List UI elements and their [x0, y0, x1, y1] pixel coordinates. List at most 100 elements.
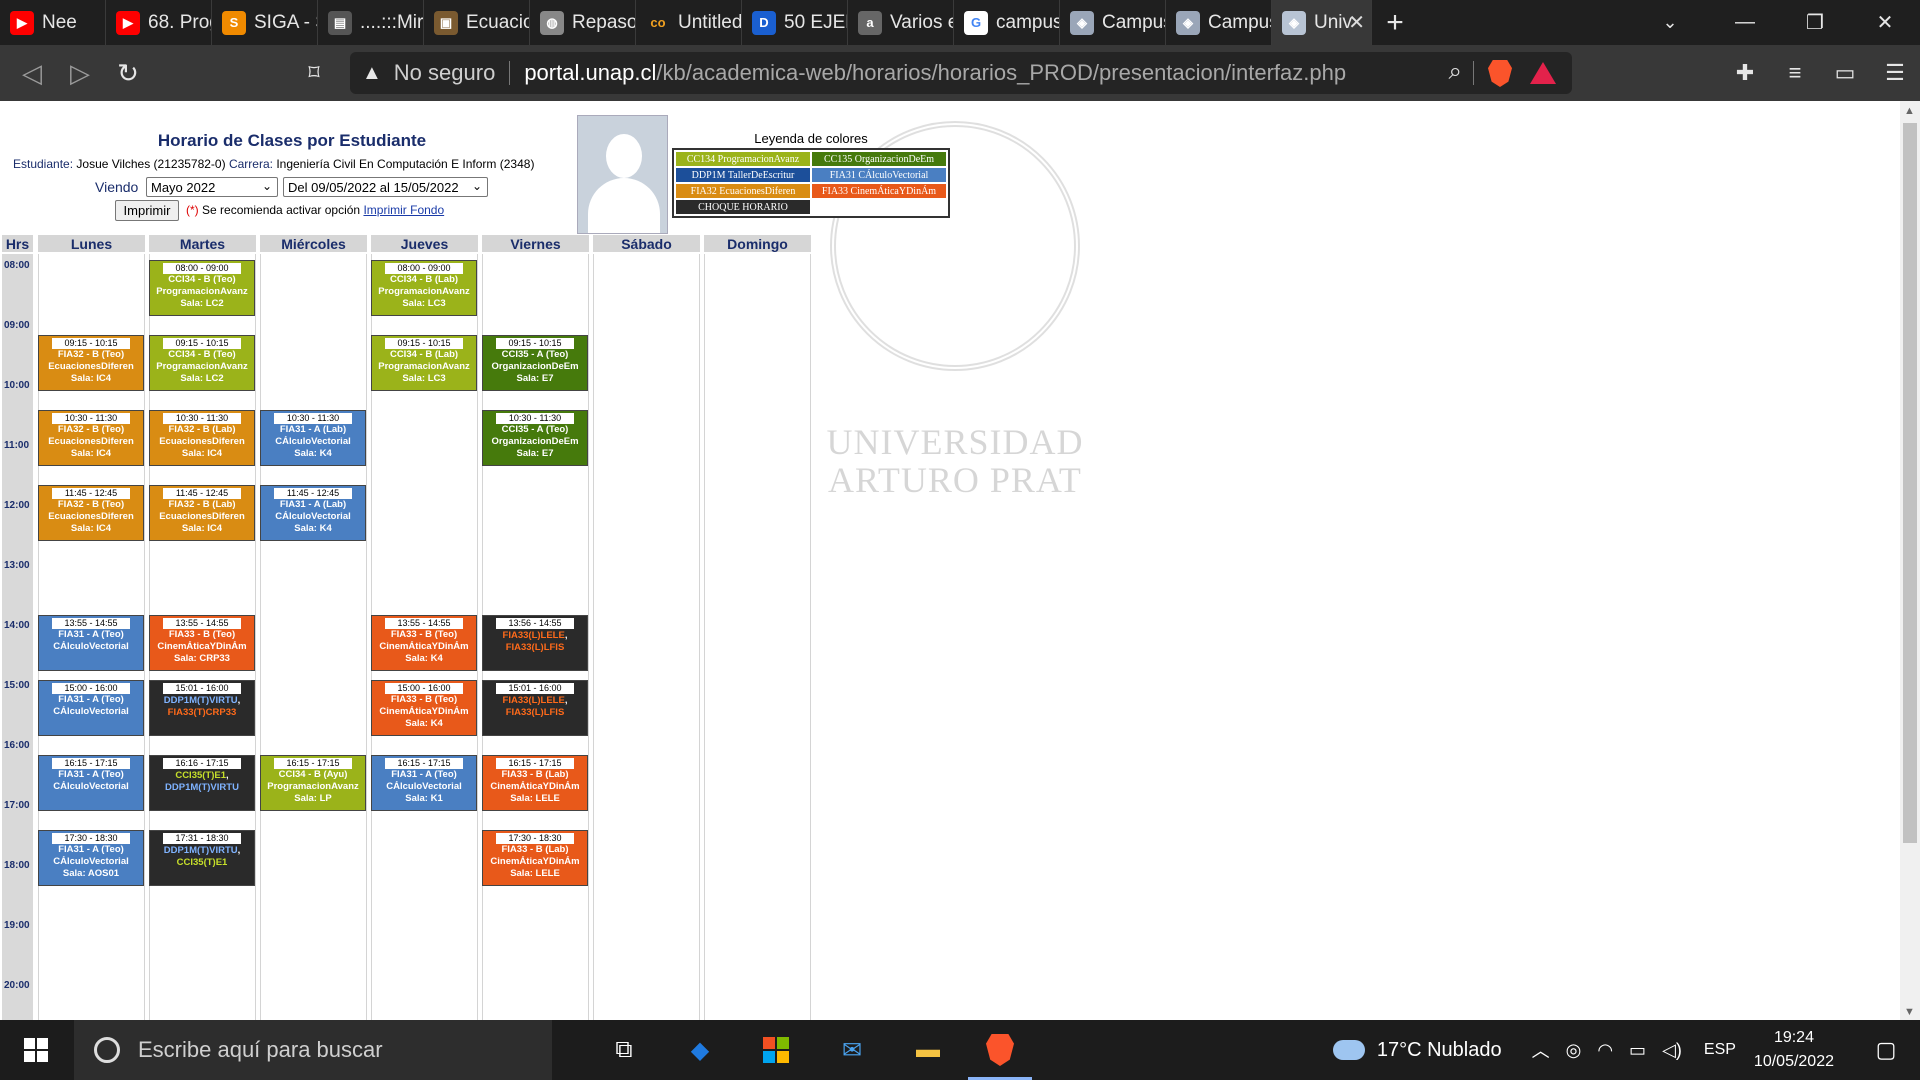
restore-button[interactable]: ❐	[1780, 0, 1850, 45]
close-window-button[interactable]: ✕	[1850, 0, 1920, 45]
bookmark-icon[interactable]: ⌑	[290, 49, 338, 97]
clash-segment: FIA33(L)LELE	[502, 695, 565, 706]
tab-title: Campus	[1208, 11, 1271, 33]
browser-tab[interactable]: ▤ ....:::Mira	[318, 0, 424, 45]
schedule-clash-block[interactable]: 17:31 - 18:30 DDP1M(T)VIRTU, CCI35(T)E1	[149, 830, 255, 886]
class-block[interactable]: 16:15 - 17:15 FIA31 - A (Teo) CÁlculoVecto…	[371, 755, 477, 811]
tab-search-chevron-icon[interactable]: ⌄	[1640, 0, 1700, 45]
new-tab-button[interactable]: +	[1372, 0, 1418, 45]
taskbar-search[interactable]: Escribe aquí para buscar	[74, 1020, 552, 1080]
class-block[interactable]: 10:30 - 11:30 CCI35 - A (Teo) Organizacion…	[482, 410, 588, 466]
page-scrollbar[interactable]: ▲ ▼	[1900, 101, 1920, 1020]
class-block[interactable]: 16:15 - 17:15 CCI34 - B (Ayu) Programacion…	[260, 755, 366, 811]
class-block[interactable]: 17:30 - 18:30 FIA31 - A (Teo) CÁlculoVecto…	[38, 830, 144, 886]
brave-rewards-icon[interactable]	[1530, 62, 1556, 84]
menu-icon[interactable]: ☰	[1870, 49, 1920, 97]
browser-tab[interactable]: ◍ Repaso	[530, 0, 636, 45]
month-select[interactable]: Mayo 2022 ⌄	[146, 177, 278, 197]
class-block[interactable]: 13:55 - 14:55 FIA33 - B (Teo) CinemÁticaYD…	[371, 615, 477, 671]
browser-tab[interactable]: a Varios e	[848, 0, 954, 45]
browser-tab[interactable]: ▶ 68. Prog	[106, 0, 212, 45]
wifi-icon[interactable]: ◠	[1597, 1040, 1613, 1061]
volume-icon[interactable]: ◁)	[1662, 1040, 1682, 1061]
battery-icon[interactable]: ▭	[1629, 1040, 1646, 1061]
scrollbar-thumb[interactable]	[1903, 123, 1917, 843]
task-view-icon[interactable]: ⧉	[600, 1028, 648, 1072]
playlist-icon[interactable]: ≡	[1770, 49, 1820, 97]
zoom-icon[interactable]: ⌕	[1449, 58, 1462, 86]
extensions-icon[interactable]: ✚	[1720, 49, 1770, 97]
class-room: Sala: IC4	[70, 523, 112, 534]
meet-now-icon[interactable]: ◎	[1566, 1040, 1582, 1061]
browser-tab[interactable]: Gcampus	[954, 0, 1060, 45]
class-block[interactable]: 11:45 - 12:45 FIA32 - B (Teo) EcuacionesDi…	[38, 485, 144, 541]
class-block[interactable]: 09:15 - 10:15 CCI34 - B (Teo) Programacion…	[149, 335, 255, 391]
tab-title: Repaso	[572, 11, 635, 33]
class-room: Sala: LC2	[180, 298, 224, 309]
back-button[interactable]: ◁	[8, 49, 56, 97]
class-room: Sala: LELE	[510, 793, 560, 804]
forward-button[interactable]: ▷	[56, 49, 104, 97]
scroll-down-icon[interactable]: ▼	[1904, 1006, 1915, 1018]
start-button[interactable]	[0, 1020, 72, 1080]
address-bar[interactable]: ▲ No seguro portal.unap.cl/kb/academica-…	[350, 52, 1572, 94]
not-secure-warning-icon[interactable]: ▲	[362, 62, 382, 85]
browser-tab[interactable]: ▶ Nee	[0, 0, 106, 45]
class-code: FIA33 - B (Lab)	[501, 769, 569, 780]
scroll-up-icon[interactable]: ▲	[1904, 105, 1915, 117]
minimize-button[interactable]: —	[1710, 0, 1780, 45]
class-block[interactable]: 13:55 - 14:55 FIA31 - A (Teo) CÁlculoVecto…	[38, 615, 144, 671]
tab-title: Varios e	[890, 11, 953, 33]
clash-segment: FIA	[167, 707, 183, 718]
class-block[interactable]: 13:55 - 14:55 FIA33 - B (Teo) CinemÁticaYD…	[149, 615, 255, 671]
print-note-text: Se recomienda activar opción	[202, 203, 361, 217]
class-block[interactable]: 09:15 - 10:15 CCI34 - B (Lab) Programacion…	[371, 335, 477, 391]
browser-tab[interactable]: D 50 EJER	[742, 0, 848, 45]
schedule-clash-block[interactable]: 15:01 - 16:00 DDP1M(T)VIRTU, FIA33(T)CRP33	[149, 680, 255, 736]
class-block[interactable]: 16:15 - 17:15 FIA31 - A (Teo) CÁlculoVecto…	[38, 755, 144, 811]
class-block[interactable]: 08:00 - 09:00 CCI34 - B (Teo) Programacion…	[149, 260, 255, 316]
brave-taskbar-icon[interactable]	[968, 1020, 1032, 1080]
notifications-icon[interactable]: ▢	[1862, 1037, 1910, 1063]
class-block[interactable]: 16:15 - 17:15 FIA33 - B (Lab) CinemÁticaYD…	[482, 755, 588, 811]
close-tab-icon[interactable]: ✕	[1348, 10, 1365, 35]
schedule-clash-block[interactable]: 13:56 - 14:55 FIA33(L)LELE, FIA33(L)LFIS	[482, 615, 588, 671]
schedule-clash-block[interactable]: 15:01 - 16:00 FIA33(L)LELE, FIA33(L)LFIS	[482, 680, 588, 736]
chevron-up-icon[interactable]: ︿	[1532, 1037, 1550, 1063]
print-background-link[interactable]: Imprimir Fondo	[363, 203, 444, 217]
class-block[interactable]: 08:00 - 09:00 CCI34 - B (Lab) Programacion…	[371, 260, 477, 316]
clock[interactable]: 19:24 10/05/2022	[1754, 1026, 1834, 1074]
class-time: 17:31 - 18:30	[163, 833, 241, 844]
print-button[interactable]: Imprimir	[115, 200, 179, 221]
class-block[interactable]: 11:45 - 12:45 FIA31 - A (Lab) CÁlculoVecto…	[260, 485, 366, 541]
tab-title: Untitled	[678, 11, 741, 33]
class-block[interactable]: 10:30 - 11:30 FIA32 - B (Lab) EcuacionesDi…	[149, 410, 255, 466]
weather-widget[interactable]: 17°C Nublado	[1332, 1039, 1502, 1062]
class-block[interactable]: 10:30 - 11:30 FIA31 - A (Lab) CÁlculoVecto…	[260, 410, 366, 466]
class-block[interactable]: 17:30 - 18:30 FIA33 - B (Lab) CinemÁticaYD…	[482, 830, 588, 886]
class-block[interactable]: 15:00 - 16:00 FIA31 - A (Teo) CÁlculoVecto…	[38, 680, 144, 736]
week-range-select[interactable]: Del 09/05/2022 al 15/05/2022 ⌄	[283, 177, 488, 197]
browser-tab[interactable]: ◈ Univ ✕	[1272, 0, 1372, 45]
store-icon[interactable]	[752, 1028, 800, 1072]
browser-tab[interactable]: ▣ Ecuacio	[424, 0, 530, 45]
browser-tab[interactable]: S SIGA - S	[212, 0, 318, 45]
reload-button[interactable]: ↻	[104, 49, 152, 97]
schedule-clash-block[interactable]: 16:16 - 17:15 CCI35(T)E1, DDP1M(T)VIRTU	[149, 755, 255, 811]
file-explorer-icon[interactable]: ▬	[904, 1028, 952, 1072]
mail-icon[interactable]: ✉	[828, 1028, 876, 1072]
wallet-icon[interactable]: ▭	[1820, 49, 1870, 97]
class-block[interactable]: 11:45 - 12:45 FIA32 - B (Lab) EcuacionesDi…	[149, 485, 255, 541]
class-block[interactable]: 10:30 - 11:30 FIA32 - B (Teo) EcuacionesDi…	[38, 410, 144, 466]
browser-tab[interactable]: ◈ Campus	[1060, 0, 1166, 45]
clash-segment: FIA33(L)LELE	[502, 630, 565, 641]
career-label: Carrera:	[228, 157, 273, 171]
language-indicator[interactable]: ESP	[1704, 1041, 1736, 1059]
brave-shields-icon[interactable]	[1488, 60, 1512, 87]
browser-tab[interactable]: ◈ Campus	[1166, 0, 1272, 45]
class-block[interactable]: 09:15 - 10:15 FIA32 - B (Teo) EcuacionesDi…	[38, 335, 144, 391]
browser-tab[interactable]: co Untitled	[636, 0, 742, 45]
class-block[interactable]: 15:00 - 16:00 FIA33 - B (Teo) CinemÁticaYD…	[371, 680, 477, 736]
class-block[interactable]: 09:15 - 10:15 CCI35 - A (Teo) Organizacion…	[482, 335, 588, 391]
dropbox-icon[interactable]: ◆	[676, 1028, 724, 1072]
